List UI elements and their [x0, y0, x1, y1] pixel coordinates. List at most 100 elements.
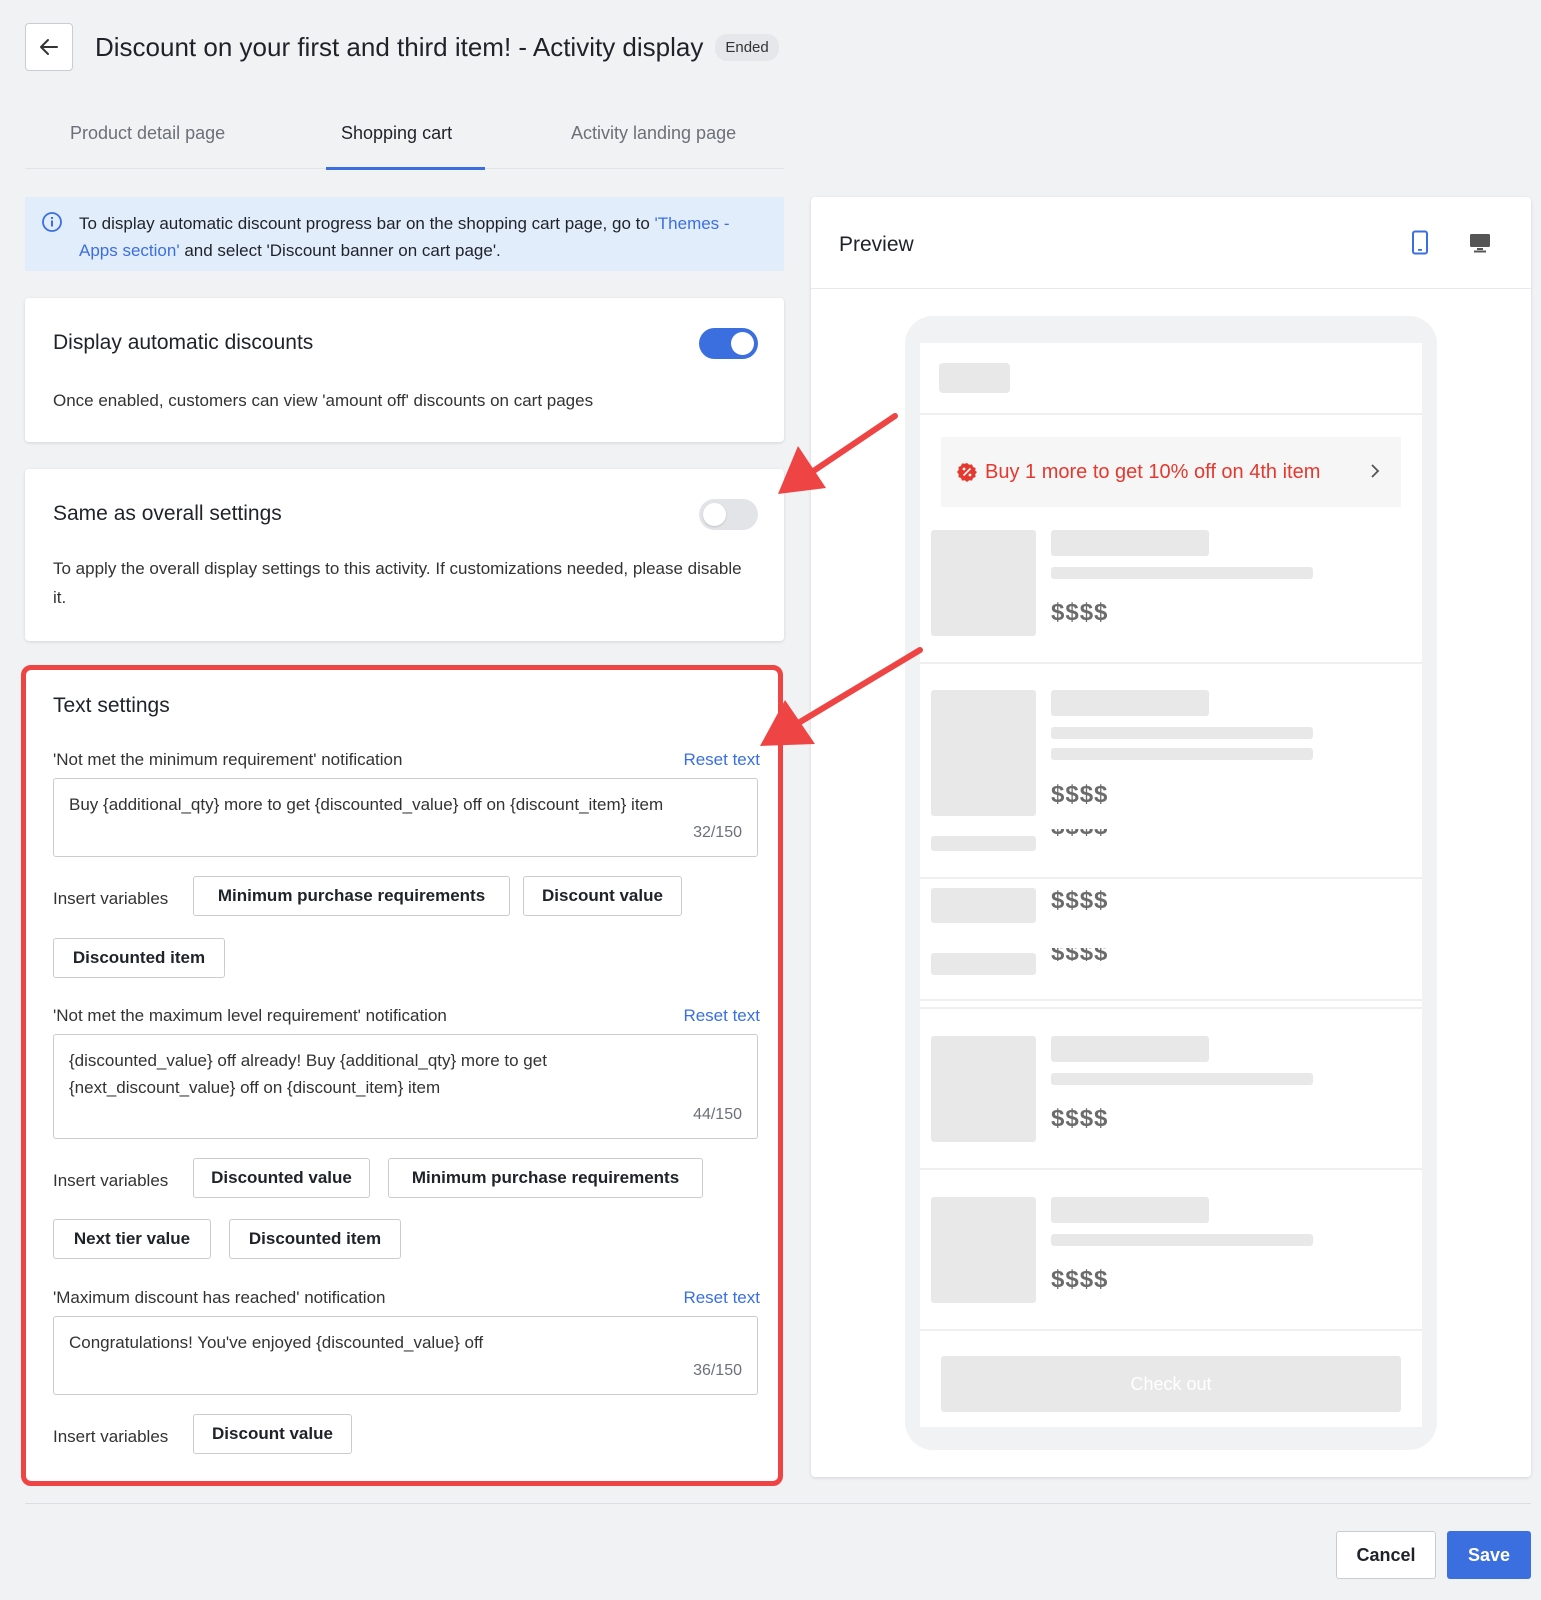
divider [920, 1168, 1422, 1170]
arrow-left-icon [40, 39, 58, 55]
insert-variables-label: Insert variables [53, 1427, 169, 1446]
max-level-requirement-textarea[interactable]: {discounted_value} off already! Buy {add… [53, 1034, 758, 1139]
price-overflow-fragment: $$$$ [1051, 829, 1121, 839]
back-button[interactable] [25, 23, 73, 71]
info-text-after: and select 'Discount banner on cart page… [179, 241, 501, 260]
product-title-placeholder [1051, 1197, 1209, 1223]
preview-header: Preview [811, 197, 1531, 289]
product-price: $$$$ [1051, 887, 1109, 914]
chip-discounted-item[interactable]: Discounted item [53, 938, 225, 978]
char-counter: 36/150 [693, 1362, 742, 1379]
status-badge: Ended [715, 33, 779, 61]
textarea-value: Buy {additional_qty} more to get {discou… [69, 795, 664, 814]
preview-title: Preview [839, 233, 914, 256]
toggle-knob [703, 503, 726, 526]
info-icon [42, 212, 62, 232]
chip-discounted-item[interactable]: Discounted item [229, 1219, 401, 1259]
product-variant-placeholder [1051, 748, 1313, 760]
textarea-value: {discounted_value} off already! Buy {add… [69, 1051, 547, 1097]
same-as-overall-settings-title: Same as overall settings [53, 502, 282, 525]
product-price: $$$$ [1051, 599, 1109, 626]
checkout-button[interactable]: Check out [941, 1356, 1401, 1412]
product-image-placeholder [931, 1036, 1036, 1142]
discount-badge-icon [957, 463, 977, 482]
insert-variables-label: Insert variables [53, 889, 169, 908]
phone-screen: Buy 1 more to get 10% off on 4th item $$… [920, 343, 1422, 1427]
product-title-placeholder [1051, 690, 1209, 716]
min-requirement-textarea[interactable]: Buy {additional_qty} more to get {discou… [53, 778, 758, 857]
product-image-placeholder [931, 690, 1036, 816]
save-button[interactable]: Save [1447, 1531, 1531, 1579]
reset-text-link-max-discount[interactable]: Reset text [683, 1288, 760, 1308]
field-label-max-discount-reached: 'Maximum discount has reached' notificat… [53, 1288, 386, 1307]
chip-discounted-value[interactable]: Discounted value [193, 1158, 370, 1198]
product-title-placeholder [1051, 1036, 1209, 1062]
divider [920, 1007, 1422, 1009]
tab-activity-landing-page[interactable]: Activity landing page [571, 123, 736, 144]
phone-mockup: Buy 1 more to get 10% off on 4th item $$… [905, 316, 1437, 1450]
price-overflow-fragment: $$$$ [1051, 948, 1121, 961]
page-title: Discount on your first and third item! -… [95, 31, 704, 62]
same-as-overall-settings-card: Same as overall settings To apply the ov… [25, 469, 784, 641]
same-as-overall-settings-toggle[interactable] [699, 499, 758, 530]
product-variant-placeholder [1051, 1073, 1313, 1085]
char-counter: 32/150 [693, 824, 742, 841]
banner-text: Buy 1 more to get 10% off on 4th item [985, 460, 1321, 483]
chip-discount-value[interactable]: Discount value [523, 876, 682, 916]
reset-text-link-max-level[interactable]: Reset text [683, 1006, 760, 1026]
info-text-before: To display automatic discount progress b… [79, 214, 655, 233]
product-variant-placeholder [1051, 567, 1313, 579]
reset-text-link-min-requirement[interactable]: Reset text [683, 750, 760, 770]
page-header: Discount on your first and third item! -… [25, 23, 779, 71]
chevron-right-icon [1371, 464, 1380, 478]
discount-progress-banner[interactable]: Buy 1 more to get 10% off on 4th item [941, 437, 1401, 507]
product-price: $$$$ [1051, 1266, 1109, 1293]
tab-shopping-cart[interactable]: Shopping cart [341, 123, 452, 144]
display-automatic-discounts-toggle[interactable] [699, 328, 758, 359]
display-automatic-discounts-description: Once enabled, customers can view 'amount… [53, 391, 594, 410]
divider [920, 413, 1422, 415]
product-image-placeholder [931, 530, 1036, 636]
product-price: $$$$ [1051, 781, 1109, 808]
product-image-placeholder [931, 888, 1036, 923]
chip-next-tier-value[interactable]: Next tier value [53, 1219, 211, 1259]
product-price: $$$$ [1051, 829, 1108, 839]
preview-panel: Preview Buy 1 more to get 10% off on 4th… [811, 197, 1531, 1477]
divider [920, 662, 1422, 664]
placeholder-header [939, 363, 1010, 393]
product-title-placeholder [1051, 530, 1209, 556]
toggle-knob [731, 332, 754, 355]
divider [920, 999, 1422, 1001]
product-price: $$$$ [1051, 1105, 1109, 1132]
mobile-view-icon[interactable] [1411, 230, 1429, 256]
tab-bar: Product detail page Shopping cart Activi… [25, 112, 784, 170]
product-variant-placeholder [1051, 727, 1313, 739]
text-settings-title: Text settings [53, 694, 170, 717]
chip-minimum-purchase-requirements[interactable]: Minimum purchase requirements [388, 1158, 703, 1198]
same-as-overall-settings-description: To apply the overall display settings to… [53, 559, 742, 607]
footer-divider [25, 1503, 1531, 1504]
product-variant-placeholder [1051, 1234, 1313, 1246]
field-label-min-requirement: 'Not met the minimum requirement' notifi… [53, 750, 403, 769]
active-tab-indicator [326, 167, 485, 170]
display-automatic-discounts-title: Display automatic discounts [53, 331, 314, 354]
divider [920, 1329, 1422, 1331]
insert-variables-label: Insert variables [53, 1171, 169, 1190]
chip-discount-value[interactable]: Discount value [193, 1414, 352, 1454]
chip-minimum-purchase-requirements[interactable]: Minimum purchase requirements [193, 876, 510, 916]
field-label-max-level-requirement: 'Not met the maximum level requirement' … [53, 1006, 447, 1025]
product-image-placeholder [931, 1197, 1036, 1303]
cancel-button[interactable]: Cancel [1336, 1531, 1436, 1579]
text-settings-panel: Text settings 'Not met the minimum requi… [21, 665, 783, 1486]
desktop-view-icon[interactable] [1469, 232, 1491, 254]
product-price: $$$$ [1051, 948, 1108, 961]
tab-product-detail-page[interactable]: Product detail page [70, 123, 225, 144]
textarea-value: Congratulations! You've enjoyed {discoun… [69, 1333, 484, 1352]
product-image-placeholder [931, 953, 1036, 975]
char-counter: 44/150 [693, 1106, 742, 1123]
max-discount-reached-textarea[interactable]: Congratulations! You've enjoyed {discoun… [53, 1316, 758, 1395]
info-banner: To display automatic discount progress b… [25, 197, 784, 271]
display-automatic-discounts-card: Display automatic discounts Once enabled… [25, 298, 784, 442]
product-image-placeholder [931, 836, 1036, 851]
divider [920, 877, 1422, 879]
